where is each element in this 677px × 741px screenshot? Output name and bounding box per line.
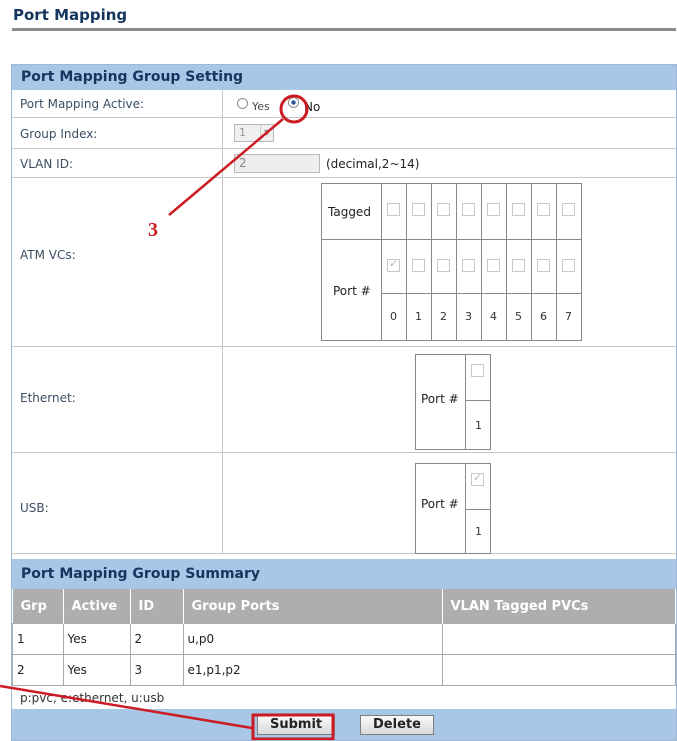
atm-label: ATM VCs: [20, 248, 76, 262]
active-row: Port Mapping Active: Yes No [12, 90, 676, 118]
atm-port-number: 7 [565, 310, 572, 323]
group-index-select[interactable]: 1 ▼ [234, 124, 274, 142]
table-cell: Yes [62, 654, 131, 686]
atm-port-number: 3 [465, 310, 472, 323]
atm-port-checkbox[interactable] [412, 259, 425, 272]
group-summary-table: Grp Active ID Group Ports VLAN Tagged PV… [12, 589, 676, 686]
atm-port-number: 1 [415, 310, 422, 323]
atm-tagged-checkbox[interactable] [462, 203, 475, 216]
group-index-label: Group Index: [20, 127, 98, 141]
usb-port-label: Port # [421, 497, 459, 511]
submit-button[interactable]: Submit [257, 715, 336, 735]
col-vlan-tagged-pvcs: VLAN Tagged PVCs [442, 589, 676, 624]
atm-port-number: 2 [440, 310, 447, 323]
atm-grid: Tagged Port # 0 1 2 3 4 5 6 7 [321, 183, 584, 341]
atm-tagged-checkbox[interactable] [437, 203, 450, 216]
vlan-row: VLAN ID: 2 (decimal,2~14) [12, 149, 676, 178]
ethernet-row: Ethernet: Port # 1 [12, 347, 676, 453]
table-cell: u,p0 [182, 623, 443, 655]
atm-tagged-checkbox[interactable] [487, 203, 500, 216]
table-cell: 2 [129, 623, 184, 655]
port-mapping-panel: Port Mapping Group Setting Port Mapping … [11, 64, 677, 741]
page-title: Port Mapping [13, 6, 128, 24]
table-cell: 2 [12, 654, 64, 686]
title-divider [12, 28, 676, 31]
yes-label: Yes [252, 100, 270, 113]
atm-port-number: 6 [540, 310, 547, 323]
table-cell: Yes [62, 623, 131, 655]
row-divider [222, 149, 223, 177]
yes-radio[interactable] [237, 98, 248, 109]
usb-port-checkbox[interactable] [471, 471, 484, 486]
row-divider [222, 90, 223, 117]
delete-button[interactable]: Delete [360, 715, 434, 735]
usb-label: USB: [20, 501, 49, 515]
atm-tagged-checkbox[interactable] [412, 203, 425, 216]
atm-port-checkbox[interactable] [487, 259, 500, 272]
chevron-down-icon: ▼ [260, 125, 273, 141]
summary-header-row: Grp Active ID Group Ports VLAN Tagged PV… [12, 589, 676, 624]
vlan-label: VLAN ID: [20, 157, 73, 171]
table-cell [441, 654, 676, 686]
ethernet-port-checkbox[interactable] [471, 364, 484, 377]
atm-port-label: Port # [333, 284, 371, 298]
atm-row: ATM VCs: Tagged Port # 0 1 2 3 4 5 6 7 [12, 178, 676, 347]
atm-port-checkbox[interactable] [512, 259, 525, 272]
table-row[interactable]: 1 Yes 2 u,p0 [12, 623, 676, 655]
group-index-value: 1 [239, 126, 246, 139]
table-row[interactable]: 2 Yes 3 e1,p1,p2 [12, 654, 676, 686]
table-cell [441, 623, 676, 655]
ethernet-check-cell [465, 354, 491, 401]
atm-port-checkbox[interactable] [562, 259, 575, 272]
ethernet-label: Ethernet: [20, 391, 76, 405]
button-bar: Submit Delete [12, 709, 676, 740]
no-label: No [304, 100, 321, 114]
col-group-ports: Group Ports [183, 589, 443, 624]
usb-row: USB: Port # 1 [12, 453, 676, 554]
table-cell: e1,p1,p2 [182, 654, 443, 686]
group-summary-header: Port Mapping Group Summary [12, 559, 676, 589]
ethernet-port-number: 1 [475, 419, 482, 432]
col-id: ID [130, 589, 184, 624]
row-divider [222, 453, 223, 553]
atm-tagged-checkbox[interactable] [537, 203, 550, 216]
table-cell: 1 [12, 623, 64, 655]
atm-port-checkbox[interactable] [387, 257, 400, 272]
atm-port-number: 5 [515, 310, 522, 323]
atm-port-number: 4 [490, 310, 497, 323]
usb-port-number: 1 [475, 525, 482, 538]
atm-tagged-checkbox[interactable] [512, 203, 525, 216]
atm-port-checkbox[interactable] [537, 259, 550, 272]
no-radio[interactable] [288, 97, 299, 108]
atm-port-number: 0 [390, 310, 397, 323]
atm-port-checkbox[interactable] [462, 259, 475, 272]
atm-tagged-checkbox[interactable] [387, 203, 400, 216]
vlan-input[interactable]: 2 [234, 154, 320, 173]
vlan-hint: (decimal,2~14) [326, 157, 420, 171]
group-index-row: Group Index: 1 ▼ [12, 118, 676, 149]
row-divider [222, 347, 223, 452]
col-active: Active [63, 589, 131, 624]
group-setting-header: Port Mapping Group Setting [12, 65, 676, 90]
ethernet-port-label: Port # [421, 392, 459, 406]
active-label: Port Mapping Active: [20, 97, 145, 111]
atm-port-checkbox[interactable] [437, 259, 450, 272]
row-divider [222, 178, 223, 346]
tagged-label: Tagged [328, 205, 371, 219]
col-grp: Grp [12, 589, 64, 624]
row-divider [222, 118, 223, 148]
atm-tagged-checkbox[interactable] [562, 203, 575, 216]
legend-text: p:pvc, e:ethernet, u:usb [20, 691, 165, 705]
table-cell: 3 [129, 654, 184, 686]
